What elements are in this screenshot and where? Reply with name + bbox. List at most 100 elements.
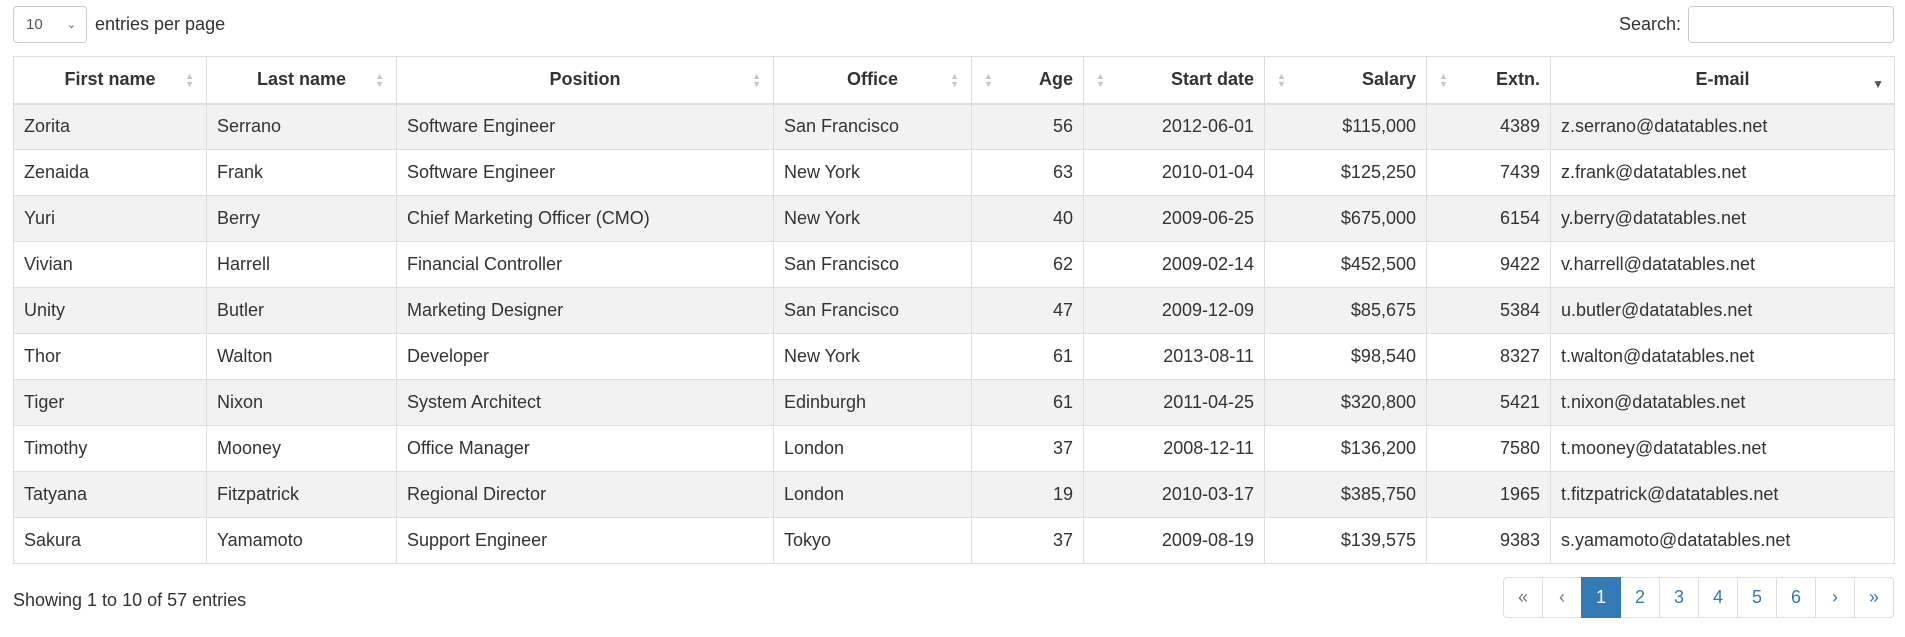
cell-age: 56 xyxy=(971,103,1084,150)
sort-both-icon: ▲ ▼ xyxy=(375,71,384,89)
sort-both-icon: ▲ ▼ xyxy=(950,71,959,89)
table-row: Timothy Mooney Office Manager London 37 … xyxy=(13,425,1895,472)
cell-salary: $136,200 xyxy=(1264,425,1427,472)
first-page-button[interactable]: « xyxy=(1503,577,1543,618)
cell-email: z.frank@datatables.net xyxy=(1550,149,1895,196)
column-header-start-date[interactable]: ▲ ▼ Start date xyxy=(1083,56,1265,105)
cell-email: u.butler@datatables.net xyxy=(1550,287,1895,334)
cell-position: Office Manager xyxy=(396,425,774,472)
cell-first-name: Unity xyxy=(13,287,207,334)
cell-email: t.walton@datatables.net xyxy=(1550,333,1895,380)
cell-salary: $125,250 xyxy=(1264,149,1427,196)
sort-both-icon: ▲ ▼ xyxy=(1277,71,1286,89)
table-row: Zenaida Frank Software Engineer New York… xyxy=(13,149,1895,196)
cell-salary: $320,800 xyxy=(1264,379,1427,426)
table-row: Unity Butler Marketing Designer San Fran… xyxy=(13,287,1895,334)
table-row: Sakura Yamamoto Support Engineer Tokyo 3… xyxy=(13,517,1895,564)
page-button-3[interactable]: 3 xyxy=(1659,577,1699,618)
cell-start-date: 2010-01-04 xyxy=(1083,149,1265,196)
cell-salary: $115,000 xyxy=(1264,103,1427,150)
cell-email: v.harrell@datatables.net xyxy=(1550,241,1895,288)
chevron-down-icon: ⌄ xyxy=(66,19,76,31)
column-header-first-name[interactable]: First name ▲ ▼ xyxy=(13,56,207,105)
column-header-position[interactable]: Position ▲ ▼ xyxy=(396,56,774,105)
cell-last-name: Berry xyxy=(206,195,397,242)
cell-age: 40 xyxy=(971,195,1084,242)
cell-start-date: 2012-06-01 xyxy=(1083,103,1265,150)
cell-start-date: 2013-08-11 xyxy=(1083,333,1265,380)
data-table: First name ▲ ▼ Last name ▲ ▼ Position ▲ ▼ O… xyxy=(13,56,1895,564)
cell-age: 19 xyxy=(971,471,1084,518)
cell-first-name: Tiger xyxy=(13,379,207,426)
cell-extn: 4389 xyxy=(1426,103,1551,150)
cell-office: San Francisco xyxy=(773,287,972,334)
previous-page-button[interactable]: ‹ xyxy=(1542,577,1582,618)
cell-age: 61 xyxy=(971,379,1084,426)
cell-office: New York xyxy=(773,195,972,242)
cell-salary: $139,575 xyxy=(1264,517,1427,564)
cell-first-name: Vivian xyxy=(13,241,207,288)
header-row: First name ▲ ▼ Last name ▲ ▼ Position ▲ ▼ O… xyxy=(13,56,1895,105)
cell-salary: $452,500 xyxy=(1264,241,1427,288)
column-header-extn[interactable]: ▲ ▼ Extn. xyxy=(1426,56,1551,105)
cell-salary: $675,000 xyxy=(1264,195,1427,242)
next-page-button[interactable]: › xyxy=(1815,577,1855,618)
page-button-1[interactable]: 1 xyxy=(1581,577,1621,618)
cell-last-name: Nixon xyxy=(206,379,397,426)
cell-age: 61 xyxy=(971,333,1084,380)
cell-first-name: Thor xyxy=(13,333,207,380)
cell-extn: 9383 xyxy=(1426,517,1551,564)
cell-first-name: Sakura xyxy=(13,517,207,564)
table-row: Yuri Berry Chief Marketing Officer (CMO)… xyxy=(13,195,1895,242)
length-control: 10 ⌄ entries per page xyxy=(13,6,225,43)
table-row: Vivian Harrell Financial Controller San … xyxy=(13,241,1895,288)
page-button-2[interactable]: 2 xyxy=(1620,577,1660,618)
cell-office: New York xyxy=(773,149,972,196)
sort-desc-icon: ▼ xyxy=(1872,77,1884,91)
cell-position: Chief Marketing Officer (CMO) xyxy=(396,195,774,242)
cell-position: Support Engineer xyxy=(396,517,774,564)
column-header-age[interactable]: ▲ ▼ Age xyxy=(971,56,1084,105)
sort-both-icon: ▲ ▼ xyxy=(984,71,993,89)
search-control: Search: xyxy=(1619,6,1894,43)
table-row: Tatyana Fitzpatrick Regional Director Lo… xyxy=(13,471,1895,518)
cell-office: San Francisco xyxy=(773,103,972,150)
last-page-button[interactable]: » xyxy=(1854,577,1894,618)
page-button-5[interactable]: 5 xyxy=(1737,577,1777,618)
page-button-6[interactable]: 6 xyxy=(1776,577,1816,618)
cell-extn: 6154 xyxy=(1426,195,1551,242)
column-header-email[interactable]: E-mail ▼ xyxy=(1550,56,1895,105)
entries-per-page-select[interactable]: 10 ⌄ xyxy=(13,6,87,43)
cell-extn: 1965 xyxy=(1426,471,1551,518)
cell-office: San Francisco xyxy=(773,241,972,288)
column-header-last-name[interactable]: Last name ▲ ▼ xyxy=(206,56,397,105)
column-header-salary[interactable]: ▲ ▼ Salary xyxy=(1264,56,1427,105)
cell-last-name: Walton xyxy=(206,333,397,380)
cell-email: t.mooney@datatables.net xyxy=(1550,425,1895,472)
sort-both-icon: ▲ ▼ xyxy=(185,71,194,89)
cell-start-date: 2008-12-11 xyxy=(1083,425,1265,472)
table-controls: 10 ⌄ entries per page Search: xyxy=(13,6,1905,44)
cell-email: s.yamamoto@datatables.net xyxy=(1550,517,1895,564)
cell-age: 37 xyxy=(971,517,1084,564)
cell-salary: $85,675 xyxy=(1264,287,1427,334)
search-label: Search: xyxy=(1618,14,1681,34)
table-row: Tiger Nixon System Architect Edinburgh 6… xyxy=(13,379,1895,426)
search-input[interactable] xyxy=(1688,6,1894,43)
entries-per-page-value: 10 xyxy=(26,16,43,33)
cell-start-date: 2010-03-17 xyxy=(1083,471,1265,518)
cell-first-name: Tatyana xyxy=(13,471,207,518)
cell-office: New York xyxy=(773,333,972,380)
cell-start-date: 2009-02-14 xyxy=(1083,241,1265,288)
cell-email: t.fitzpatrick@datatables.net xyxy=(1550,471,1895,518)
cell-first-name: Zorita xyxy=(13,103,207,150)
column-header-office[interactable]: Office ▲ ▼ xyxy=(773,56,972,105)
cell-last-name: Frank xyxy=(206,149,397,196)
cell-start-date: 2009-08-19 xyxy=(1083,517,1265,564)
cell-office: London xyxy=(773,425,972,472)
cell-last-name: Butler xyxy=(206,287,397,334)
cell-start-date: 2009-06-25 xyxy=(1083,195,1265,242)
sort-both-icon: ▲ ▼ xyxy=(752,71,761,89)
page-button-4[interactable]: 4 xyxy=(1698,577,1738,618)
cell-last-name: Yamamoto xyxy=(206,517,397,564)
